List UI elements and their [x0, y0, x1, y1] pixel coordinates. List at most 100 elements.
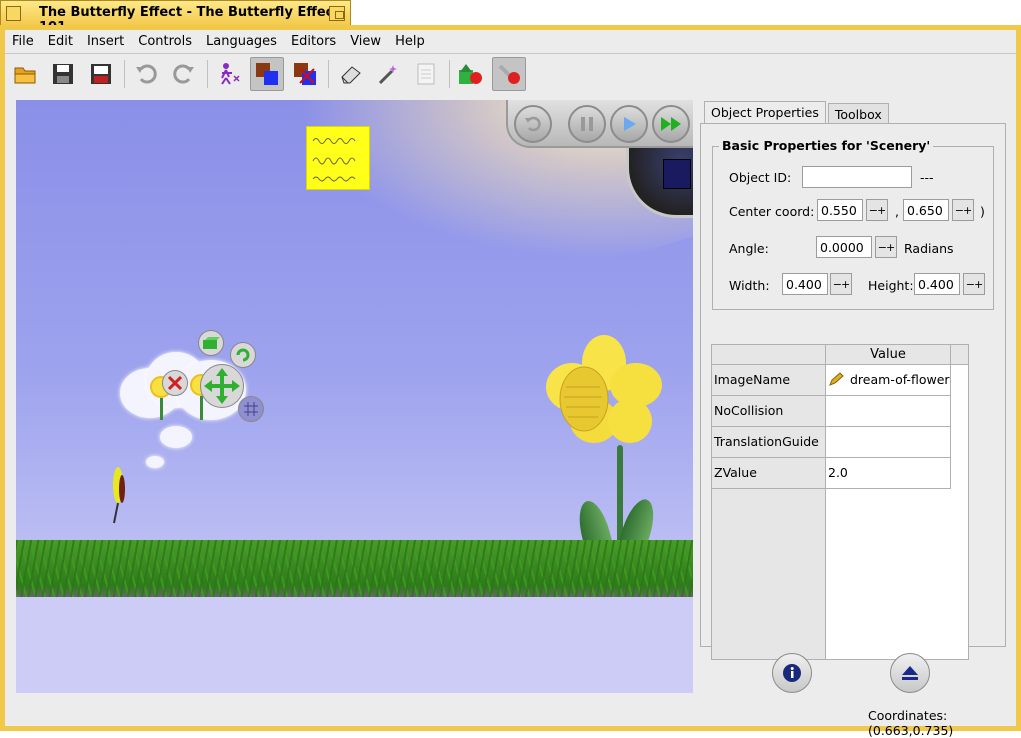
- open-folder-icon: [14, 67, 36, 84]
- object-id-suffix: ---: [920, 170, 934, 185]
- collision-mode-button[interactable]: [492, 57, 526, 91]
- undo-icon: [136, 64, 157, 84]
- info-button[interactable]: [772, 653, 812, 693]
- insert-object-button[interactable]: [212, 57, 246, 91]
- property-value[interactable]: dream-of-flowers: [826, 365, 951, 396]
- maximize-button[interactable]: [329, 6, 345, 21]
- butterfly-icon: [113, 467, 125, 524]
- height-spinner[interactable]: −+: [963, 273, 985, 295]
- move-arrows-icon: [204, 368, 240, 404]
- menu-insert[interactable]: Insert: [82, 34, 129, 49]
- angle-spinner[interactable]: −+: [875, 236, 897, 258]
- image-name-value: dream-of-flowers: [850, 372, 951, 387]
- object-properties-panel: Basic Properties for 'Scenery' Object ID…: [700, 123, 1006, 660]
- eject-icon: [902, 666, 918, 680]
- magic-wand-icon: [378, 65, 397, 85]
- height-field[interactable]: 0.400: [914, 273, 960, 295]
- center-coord-label: Center coord: (: [729, 204, 824, 219]
- move-handle[interactable]: [200, 364, 244, 408]
- magic-wand-button[interactable]: [371, 57, 405, 91]
- menu-controls[interactable]: Controls: [133, 34, 197, 49]
- minimap-viewport[interactable]: [663, 159, 691, 189]
- daffodil-icon: [546, 335, 662, 443]
- basic-properties-title: Basic Properties for 'Scenery': [719, 138, 934, 153]
- menu-bar: File Edit Insert Controls Languages Edit…: [5, 30, 1016, 54]
- menu-languages[interactable]: Languages: [201, 34, 282, 49]
- angle-field[interactable]: 0.0000: [816, 236, 872, 258]
- save-as-icon: [91, 64, 111, 84]
- key-column-fill: [712, 489, 826, 659]
- property-value[interactable]: 2.0: [826, 458, 951, 489]
- eraser-button[interactable]: [333, 57, 367, 91]
- angle-unit: Radians: [904, 241, 954, 256]
- grass-strip: [16, 540, 693, 597]
- toolbar-separator: [207, 60, 208, 88]
- center-x-field[interactable]: 0.550: [817, 199, 863, 221]
- undo-button[interactable]: [129, 57, 163, 91]
- cloud-puff: [146, 456, 164, 468]
- scribble-icon: [312, 138, 356, 182]
- table-row[interactable]: NoCollision: [712, 396, 951, 427]
- fast-forward-icon: [661, 117, 681, 131]
- level-canvas[interactable]: [16, 100, 693, 693]
- resize-handle[interactable]: [198, 330, 224, 356]
- butterfly[interactable]: [108, 465, 130, 525]
- window-frame: File Edit Insert Controls Languages Edit…: [0, 25, 1021, 731]
- eraser-icon: [341, 66, 361, 84]
- open-button[interactable]: [8, 57, 42, 91]
- toolbar-separator: [124, 60, 125, 88]
- property-value[interactable]: [826, 427, 951, 458]
- center-x-spinner[interactable]: −+: [866, 199, 888, 221]
- coordinates-status: Coordinates: (0.663,0.735): [868, 708, 954, 738]
- save-as-button[interactable]: [84, 57, 118, 91]
- redo-icon: [173, 64, 194, 84]
- play-button[interactable]: [610, 105, 648, 143]
- width-spinner[interactable]: −+: [830, 273, 852, 295]
- delete-scenery-button[interactable]: [288, 57, 322, 91]
- menu-view[interactable]: View: [345, 34, 386, 49]
- scenery-mode-button[interactable]: [250, 57, 284, 91]
- menu-editors[interactable]: Editors: [286, 34, 341, 49]
- object-id-label: Object ID:: [729, 170, 792, 185]
- table-row[interactable]: ImageName dream-of-flowers: [712, 365, 951, 396]
- table-row[interactable]: ZValue 2.0: [712, 458, 951, 489]
- fast-forward-button[interactable]: [652, 105, 690, 143]
- grid-handle[interactable]: [238, 396, 264, 422]
- app-window: The Butterfly Effect - The Butterfly Eff…: [0, 0, 1021, 738]
- delete-scenery-icon: [294, 63, 316, 85]
- menu-file[interactable]: File: [7, 34, 39, 49]
- object-id-field[interactable]: [802, 166, 912, 188]
- rotate-icon: [236, 348, 250, 362]
- resize-icon: [203, 337, 220, 349]
- pause-button[interactable]: [568, 105, 606, 143]
- blank-page-icon: [417, 63, 435, 85]
- tab-object-properties[interactable]: Object Properties: [704, 101, 826, 125]
- height-label: Height:: [868, 278, 914, 293]
- property-table-header: Value: [712, 345, 968, 365]
- table-row[interactable]: TranslationGuide: [712, 427, 951, 458]
- title-bar[interactable]: The Butterfly Effect - The Butterfly Eff…: [0, 0, 351, 35]
- ground-area: [16, 597, 693, 693]
- property-key: ZValue: [712, 458, 826, 489]
- grid-icon: [244, 402, 258, 416]
- property-value[interactable]: [826, 396, 951, 427]
- hint-note[interactable]: [306, 126, 370, 190]
- save-button[interactable]: [46, 57, 80, 91]
- menu-help[interactable]: Help: [390, 34, 430, 49]
- center-y-spinner[interactable]: −+: [952, 199, 974, 221]
- property-table: Value ImageName dream-of-flowers NoColli…: [711, 344, 969, 660]
- window-menu-button[interactable]: [6, 6, 21, 21]
- width-field[interactable]: 0.400: [782, 273, 828, 295]
- redo-button[interactable]: [167, 57, 201, 91]
- menu-edit[interactable]: Edit: [43, 34, 78, 49]
- reset-button[interactable]: [514, 105, 552, 143]
- center-y-field[interactable]: 0.650: [903, 199, 949, 221]
- eject-button[interactable]: [890, 653, 930, 693]
- blank-page-button[interactable]: [409, 57, 443, 91]
- rotate-handle[interactable]: [230, 342, 256, 368]
- daffodil-flower[interactable]: [544, 335, 662, 445]
- delete-handle[interactable]: [162, 370, 188, 396]
- width-label: Width:: [729, 278, 770, 293]
- info-icon: [783, 664, 801, 682]
- shapes-button[interactable]: [454, 57, 488, 91]
